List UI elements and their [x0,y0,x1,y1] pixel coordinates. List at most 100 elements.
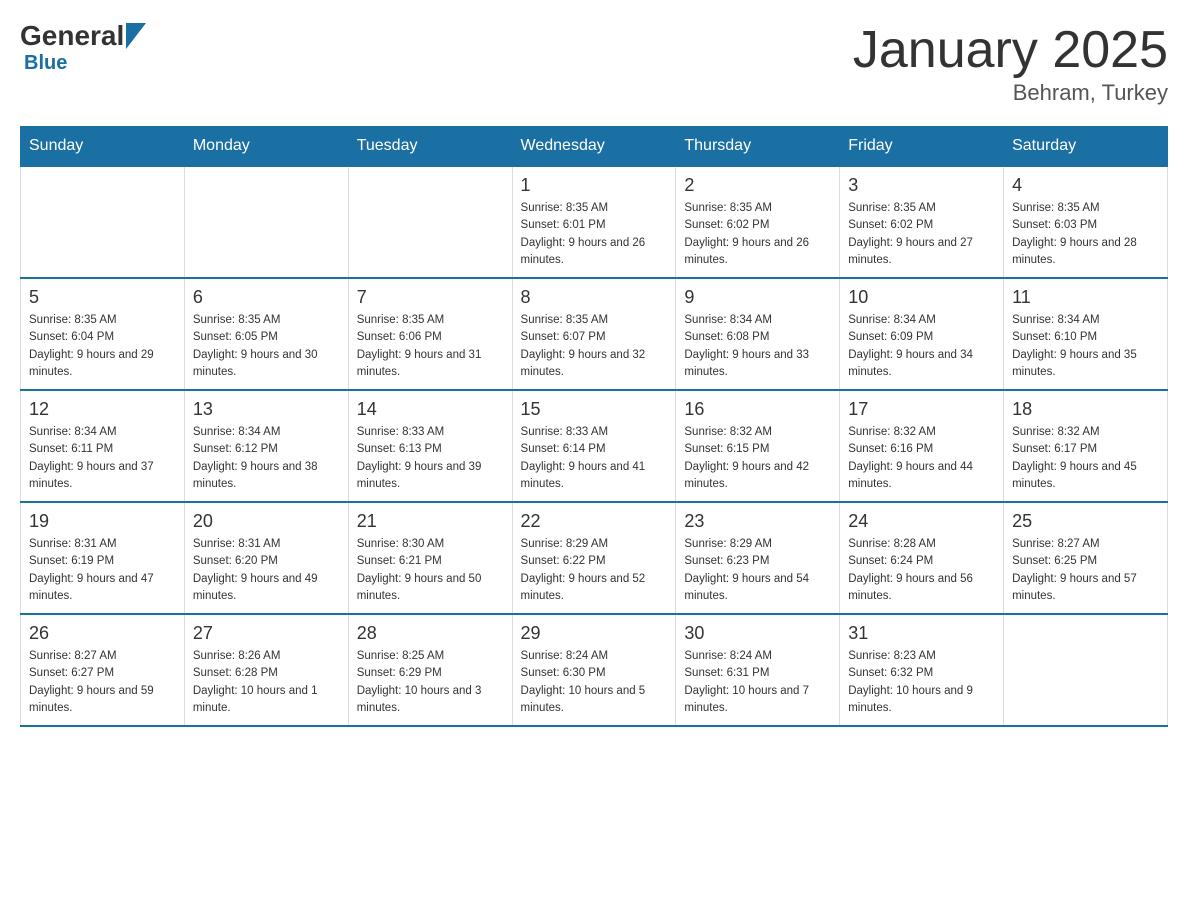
day-info: Sunrise: 8:23 AMSunset: 6:32 PMDaylight:… [848,648,995,717]
calendar-cell: 1 Sunrise: 8:35 AMSunset: 6:01 PMDaylight… [512,166,676,278]
day-number: 8 [521,287,668,308]
calendar-table: SundayMondayTuesdayWednesdayThursdayFrid… [20,126,1168,727]
day-number: 3 [848,175,995,196]
page-header: General Blue January 2025 Behram, Turkey [20,20,1168,106]
calendar-week-row: 19Sunrise: 8:31 AMSunset: 6:19 PMDayligh… [21,502,1168,614]
day-number: 27 [193,623,340,644]
month-title: January 2025 [853,20,1168,80]
day-info: Sunrise: 8:28 AMSunset: 6:24 PMDaylight:… [848,536,995,605]
calendar-cell: 9Sunrise: 8:34 AMSunset: 6:08 PMDaylight… [676,278,840,390]
calendar-cell: 3 Sunrise: 8:35 AMSunset: 6:02 PMDaylight… [840,166,1004,278]
day-info: Sunrise: 8:34 AMSunset: 6:09 PMDaylight:… [848,312,995,381]
day-info: Sunrise: 8:32 AMSunset: 6:17 PMDaylight:… [1012,424,1159,493]
title-block: January 2025 Behram, Turkey [853,20,1168,106]
day-number: 14 [357,399,504,420]
calendar-cell: 28 Sunrise: 8:25 AMSunset: 6:29 PMDayligh… [348,614,512,726]
day-info: Sunrise: 8:30 AMSunset: 6:21 PMDaylight:… [357,536,504,605]
day-info: Sunrise: 8:31 AMSunset: 6:20 PMDaylight:… [193,536,340,605]
calendar-cell: 12 Sunrise: 8:34 AMSunset: 6:11 PMDayligh… [21,390,185,502]
calendar-week-row: 26 Sunrise: 8:27 AMSunset: 6:27 PMDayligh… [21,614,1168,726]
day-info: Sunrise: 8:35 AMSunset: 6:07 PMDaylight:… [521,312,668,381]
day-number: 15 [521,399,668,420]
calendar-cell: 23Sunrise: 8:29 AMSunset: 6:23 PMDayligh… [676,502,840,614]
calendar-cell: 6 Sunrise: 8:35 AMSunset: 6:05 PMDaylight… [184,278,348,390]
day-info: Sunrise: 8:34 AMSunset: 6:08 PMDaylight:… [684,312,831,381]
logo: General Blue [20,20,146,75]
calendar-cell: 10 Sunrise: 8:34 AMSunset: 6:09 PMDayligh… [840,278,1004,390]
calendar-header-thursday: Thursday [676,127,840,167]
calendar-header-saturday: Saturday [1004,127,1168,167]
calendar-cell: 29Sunrise: 8:24 AMSunset: 6:30 PMDayligh… [512,614,676,726]
calendar-cell: 19Sunrise: 8:31 AMSunset: 6:19 PMDayligh… [21,502,185,614]
calendar-cell [1004,614,1168,726]
day-info: Sunrise: 8:25 AMSunset: 6:29 PMDaylight:… [357,648,504,717]
day-info: Sunrise: 8:32 AMSunset: 6:16 PMDaylight:… [848,424,995,493]
day-number: 29 [521,623,668,644]
calendar-cell: 31 Sunrise: 8:23 AMSunset: 6:32 PMDayligh… [840,614,1004,726]
day-info: Sunrise: 8:27 AMSunset: 6:27 PMDaylight:… [29,648,176,717]
logo-blue-text: Blue [24,52,67,74]
day-number: 21 [357,511,504,532]
calendar-header-sunday: Sunday [21,127,185,167]
day-info: Sunrise: 8:24 AMSunset: 6:31 PMDaylight:… [684,648,831,717]
logo-triangle-icon [126,23,146,49]
calendar-week-row: 1 Sunrise: 8:35 AMSunset: 6:01 PMDaylight… [21,166,1168,278]
day-info: Sunrise: 8:33 AMSunset: 6:13 PMDaylight:… [357,424,504,493]
calendar-cell [348,166,512,278]
day-number: 20 [193,511,340,532]
calendar-cell: 20 Sunrise: 8:31 AMSunset: 6:20 PMDayligh… [184,502,348,614]
day-info: Sunrise: 8:35 AMSunset: 6:04 PMDaylight:… [29,312,176,381]
calendar-cell: 14 Sunrise: 8:33 AMSunset: 6:13 PMDayligh… [348,390,512,502]
calendar-cell: 30 Sunrise: 8:24 AMSunset: 6:31 PMDayligh… [676,614,840,726]
day-info: Sunrise: 8:26 AMSunset: 6:28 PMDaylight:… [193,648,340,717]
day-info: Sunrise: 8:35 AMSunset: 6:03 PMDaylight:… [1012,200,1159,269]
calendar-cell: 7Sunrise: 8:35 AMSunset: 6:06 PMDaylight… [348,278,512,390]
day-number: 12 [29,399,176,420]
day-info: Sunrise: 8:34 AMSunset: 6:11 PMDaylight:… [29,424,176,493]
day-number: 17 [848,399,995,420]
day-number: 6 [193,287,340,308]
day-number: 10 [848,287,995,308]
calendar-cell: 24Sunrise: 8:28 AMSunset: 6:24 PMDayligh… [840,502,1004,614]
calendar-cell [21,166,185,278]
calendar-cell: 27 Sunrise: 8:26 AMSunset: 6:28 PMDayligh… [184,614,348,726]
day-number: 26 [29,623,176,644]
calendar-cell: 16 Sunrise: 8:32 AMSunset: 6:15 PMDayligh… [676,390,840,502]
day-number: 18 [1012,399,1159,420]
calendar-header-friday: Friday [840,127,1004,167]
day-info: Sunrise: 8:34 AMSunset: 6:12 PMDaylight:… [193,424,340,493]
calendar-cell: 13 Sunrise: 8:34 AMSunset: 6:12 PMDayligh… [184,390,348,502]
day-number: 1 [521,175,668,196]
day-info: Sunrise: 8:27 AMSunset: 6:25 PMDaylight:… [1012,536,1159,605]
day-number: 22 [521,511,668,532]
day-number: 19 [29,511,176,532]
calendar-week-row: 5 Sunrise: 8:35 AMSunset: 6:04 PMDaylight… [21,278,1168,390]
day-info: Sunrise: 8:35 AMSunset: 6:05 PMDaylight:… [193,312,340,381]
calendar-cell: 8 Sunrise: 8:35 AMSunset: 6:07 PMDaylight… [512,278,676,390]
calendar-cell [184,166,348,278]
day-number: 28 [357,623,504,644]
day-number: 31 [848,623,995,644]
day-number: 23 [684,511,831,532]
calendar-cell: 15Sunrise: 8:33 AMSunset: 6:14 PMDayligh… [512,390,676,502]
calendar-header-wednesday: Wednesday [512,127,676,167]
day-number: 16 [684,399,831,420]
location-title: Behram, Turkey [853,80,1168,106]
day-info: Sunrise: 8:35 AMSunset: 6:02 PMDaylight:… [848,200,995,269]
day-number: 13 [193,399,340,420]
day-number: 4 [1012,175,1159,196]
calendar-cell: 26 Sunrise: 8:27 AMSunset: 6:27 PMDayligh… [21,614,185,726]
day-info: Sunrise: 8:35 AMSunset: 6:01 PMDaylight:… [521,200,668,269]
day-number: 2 [684,175,831,196]
calendar-header-monday: Monday [184,127,348,167]
day-info: Sunrise: 8:32 AMSunset: 6:15 PMDaylight:… [684,424,831,493]
day-number: 30 [684,623,831,644]
day-number: 11 [1012,287,1159,308]
day-info: Sunrise: 8:29 AMSunset: 6:22 PMDaylight:… [521,536,668,605]
calendar-cell: 17 Sunrise: 8:32 AMSunset: 6:16 PMDayligh… [840,390,1004,502]
calendar-header-tuesday: Tuesday [348,127,512,167]
calendar-header-row: SundayMondayTuesdayWednesdayThursdayFrid… [21,127,1168,167]
logo-general-text: General [20,20,124,52]
calendar-cell: 18 Sunrise: 8:32 AMSunset: 6:17 PMDayligh… [1004,390,1168,502]
day-number: 5 [29,287,176,308]
